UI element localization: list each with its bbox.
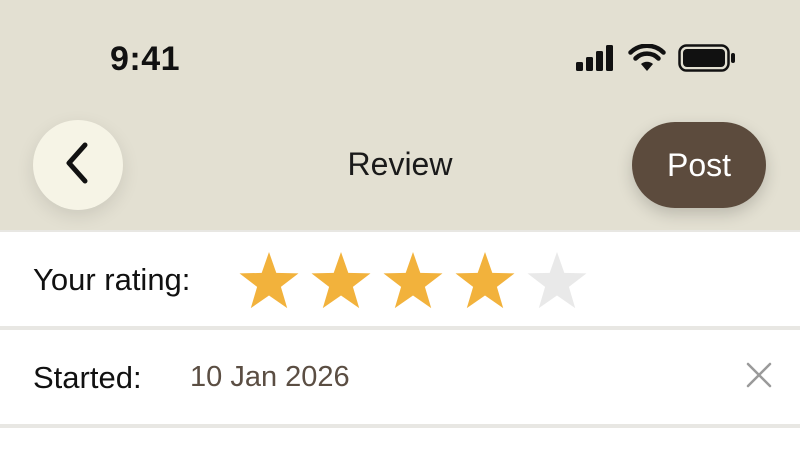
post-button[interactable]: Post xyxy=(632,122,766,208)
status-bar: 9:41 xyxy=(0,0,800,120)
star-filled-icon[interactable] xyxy=(380,250,446,312)
started-label: Started: xyxy=(33,360,142,395)
rating-row: Your rating: xyxy=(0,232,800,326)
star-filled-icon[interactable] xyxy=(236,250,302,312)
rating-label: Your rating: xyxy=(33,262,191,297)
nav-bar: Review Post xyxy=(0,118,800,228)
clear-date-button[interactable] xyxy=(740,358,778,396)
wifi-icon xyxy=(628,43,666,77)
started-date-value[interactable]: 10 Jan 2026 xyxy=(190,361,350,394)
next-row xyxy=(0,428,800,458)
star-empty-icon[interactable] xyxy=(524,250,590,312)
started-row: Started: 10 Jan 2026 xyxy=(0,330,800,424)
status-icons xyxy=(576,43,736,77)
close-icon xyxy=(745,361,773,394)
star-filled-icon[interactable] xyxy=(308,250,374,312)
review-form: Your rating: Started: 10 Jan 2026 xyxy=(0,230,800,458)
cellular-signal-icon xyxy=(576,45,616,76)
star-filled-icon[interactable] xyxy=(452,250,518,312)
star-rating[interactable] xyxy=(236,250,590,312)
battery-icon xyxy=(678,44,736,77)
status-time: 9:41 xyxy=(110,40,181,78)
